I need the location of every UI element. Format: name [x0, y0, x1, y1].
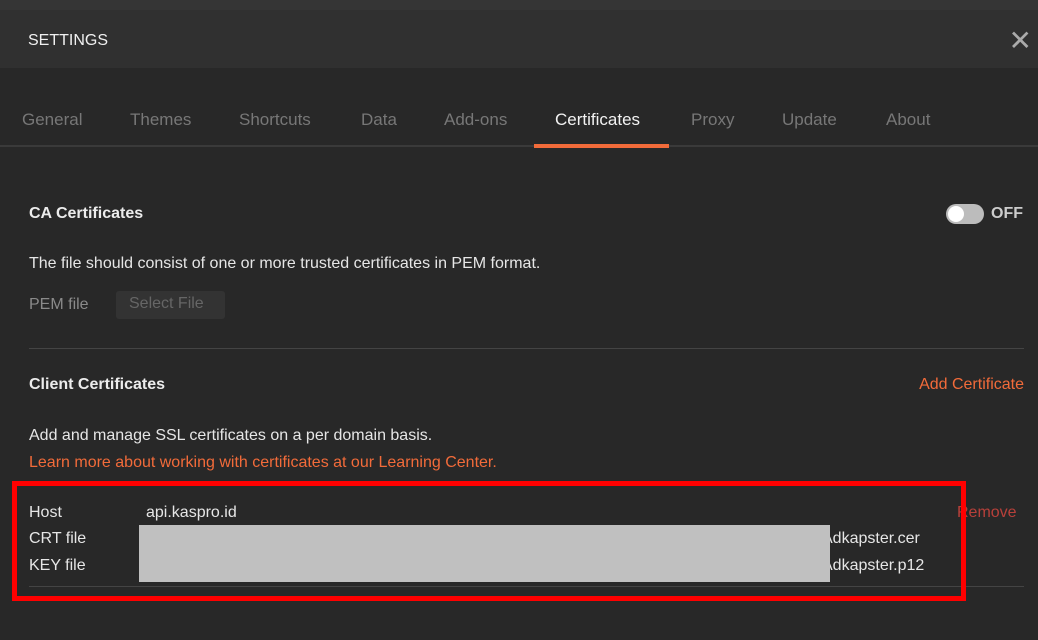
close-icon[interactable]: ✕ — [1009, 24, 1032, 57]
tab-general[interactable]: General — [22, 110, 82, 130]
tab-certificates[interactable]: Certificates — [555, 110, 640, 130]
ca-certificates-heading: CA Certificates — [29, 205, 144, 222]
window-top-strip — [0, 0, 1038, 10]
highlight-box — [12, 481, 966, 601]
tab-update[interactable]: Update — [782, 110, 837, 130]
ca-description: The file should consist of one or more t… — [29, 255, 541, 272]
select-file-button[interactable]: Select File — [116, 291, 225, 319]
active-tab-indicator — [534, 144, 669, 148]
tab-about[interactable]: About — [886, 110, 930, 130]
section-divider — [29, 348, 1024, 349]
tab-proxy[interactable]: Proxy — [691, 110, 734, 130]
tab-shortcuts[interactable]: Shortcuts — [239, 110, 311, 130]
page-title: SETTINGS — [28, 32, 109, 49]
client-certificates-heading: Client Certificates — [29, 376, 166, 393]
ca-certificates-toggle[interactable] — [946, 204, 984, 224]
pem-file-label: PEM file — [29, 296, 89, 313]
settings-header: SETTINGS ✕ — [0, 10, 1038, 68]
tab-bar: General Themes Shortcuts Data Add-ons Ce… — [0, 94, 1038, 148]
add-certificate-link[interactable]: Add Certificate — [919, 376, 1024, 394]
tab-add-ons[interactable]: Add-ons — [444, 110, 507, 130]
toggle-state-label: OFF — [991, 205, 1023, 222]
client-description: Add and manage SSL certificates on a per… — [29, 427, 433, 444]
tab-data[interactable]: Data — [361, 110, 397, 130]
learning-center-link[interactable]: Learn more about working with certificat… — [29, 454, 497, 472]
tab-themes[interactable]: Themes — [130, 110, 191, 130]
